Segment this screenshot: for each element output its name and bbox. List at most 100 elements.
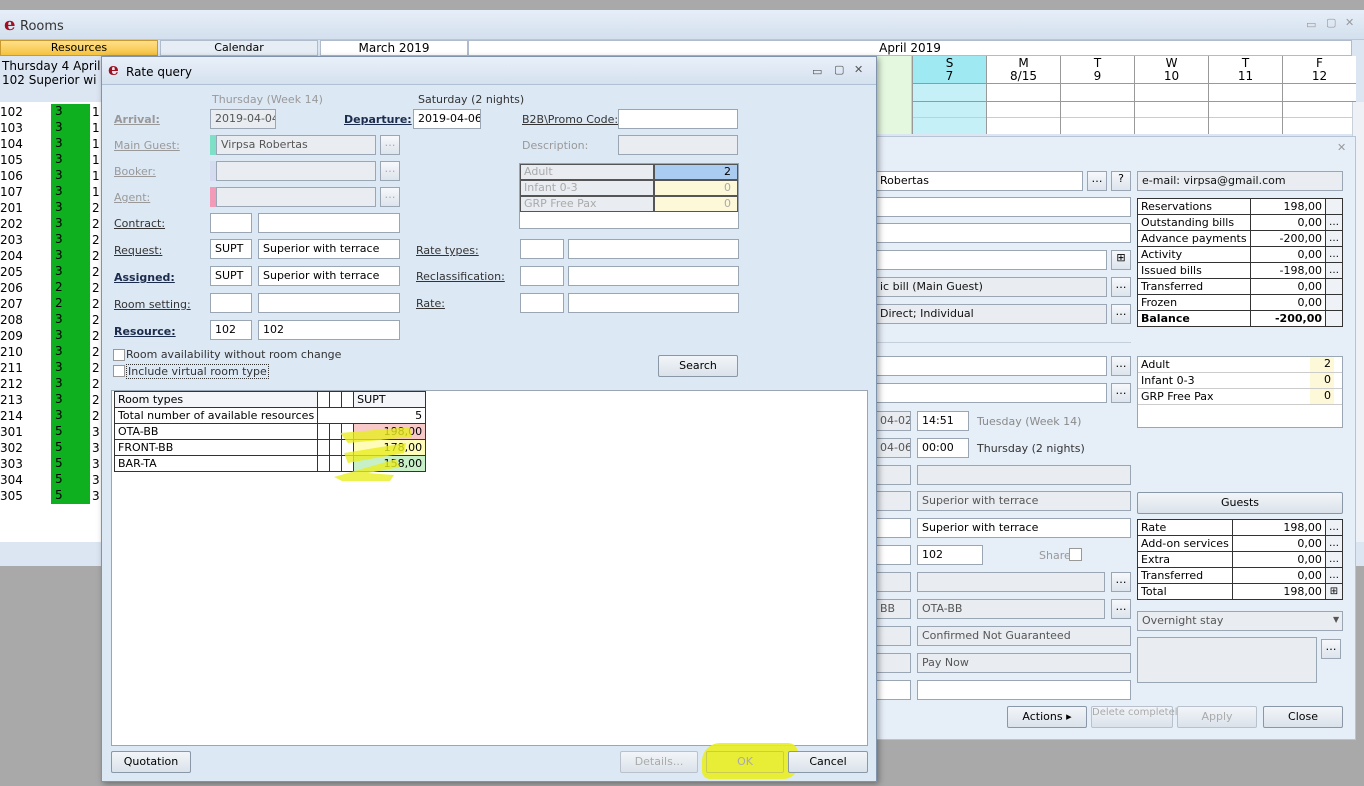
rate-types-name-field[interactable] (568, 239, 739, 259)
balance-more-button[interactable] (1325, 310, 1343, 327)
room-availability-checkbox[interactable] (113, 349, 125, 361)
delete-completely-button[interactable]: Delete completely (1091, 706, 1183, 728)
balance-more-button[interactable]: … (1325, 214, 1343, 231)
reclassification-name-field[interactable] (568, 266, 739, 286)
room-row[interactable]: 204 3 2 (0, 248, 102, 264)
room-row[interactable]: 105 3 1 (0, 152, 102, 168)
room-row[interactable]: 213 3 2 (0, 392, 102, 408)
rate-code-field[interactable]: OTA-BB (917, 599, 1105, 619)
day-column[interactable]: T 11 (1208, 56, 1282, 134)
reservation-field-1-button[interactable]: … (1111, 356, 1131, 376)
balance-more-button[interactable]: … (1325, 262, 1343, 279)
booker-field[interactable] (875, 197, 1131, 217)
tab-calendar[interactable]: Calendar (160, 40, 318, 56)
actions-button[interactable]: Actions ▸ (1007, 706, 1087, 728)
close-icon[interactable]: ✕ (1345, 16, 1354, 29)
day-column[interactable]: T9 (1060, 56, 1134, 134)
departure-field[interactable]: 2019-04-06 (413, 109, 481, 129)
guest-name-field[interactable]: Robertas (875, 171, 1083, 191)
room-row[interactable]: 214 3 2 (0, 408, 102, 424)
rate-summary-more-button[interactable]: … (1324, 551, 1344, 568)
balance-more-button[interactable]: … (1325, 246, 1343, 263)
field-row-13-a[interactable] (875, 572, 911, 592)
apply-button[interactable]: Apply (1177, 706, 1257, 728)
assigned-name-field[interactable]: Superior with terrace (917, 518, 1131, 538)
pax-value[interactable]: 0 (1310, 389, 1334, 404)
room-setting-code-field[interactable] (210, 293, 252, 313)
assigned-name-field[interactable]: Superior with terrace (258, 266, 400, 286)
minimize-icon[interactable]: ▭ (1306, 18, 1316, 31)
room-row[interactable]: 209 3 2 (0, 328, 102, 344)
tab-resources[interactable]: Resources (0, 40, 158, 56)
resource-name-field[interactable]: 102 (258, 320, 400, 340)
notes-field[interactable] (917, 680, 1131, 700)
reclassification-code-field[interactable] (520, 266, 564, 286)
ok-button[interactable]: OK (706, 751, 784, 773)
reclassification-label[interactable]: Reclassification: (416, 270, 505, 283)
departure-time-field[interactable]: 00:00 (917, 438, 969, 458)
contract-label[interactable]: Contract: (114, 217, 165, 230)
balance-more-button[interactable] (1325, 294, 1343, 311)
include-virtual-label[interactable]: Include virtual room type (126, 364, 269, 379)
dialog-pax-value[interactable]: 0 (654, 180, 738, 196)
room-row[interactable]: 201 3 2 (0, 200, 102, 216)
day-column[interactable]: F 12 (1282, 56, 1356, 134)
rate-types-code-field[interactable] (520, 239, 564, 259)
room-row[interactable]: 107 3 1 (0, 184, 102, 200)
promo-field[interactable] (618, 109, 738, 129)
reservation-close-icon[interactable]: ✕ (1337, 141, 1346, 154)
notes-code-field[interactable] (875, 680, 911, 700)
rate-code-field[interactable] (520, 293, 564, 313)
guest-help-button[interactable]: ? (1111, 171, 1131, 191)
share-checkbox[interactable] (1069, 548, 1082, 561)
request-label[interactable]: Request: (114, 244, 162, 257)
rate-label[interactable]: Rate: (416, 297, 445, 310)
room-row[interactable]: 301 5 3 (0, 424, 102, 440)
departure-date-field[interactable]: 04-06 (875, 438, 911, 458)
dialog-maximize-icon[interactable]: ▢ (834, 63, 844, 76)
request-name-field[interactable]: Superior with terrace (258, 239, 400, 259)
guests-button[interactable]: Guests (1137, 492, 1343, 514)
rate-code-button[interactable]: … (1111, 599, 1131, 619)
room-row[interactable]: 206 2 2 (0, 280, 102, 296)
rate-name-field[interactable] (568, 293, 739, 313)
contract-field[interactable] (875, 250, 1107, 270)
room-row[interactable]: 302 5 3 (0, 440, 102, 456)
room-row[interactable]: 205 3 2 (0, 264, 102, 280)
dialog-pax-value[interactable]: 0 (654, 196, 738, 212)
search-button[interactable]: Search (658, 355, 738, 377)
assigned-label[interactable]: Assigned: (114, 271, 175, 284)
segment-button[interactable]: … (1111, 304, 1131, 324)
bill-type-field[interactable]: ic bill (Main Guest) (875, 277, 1107, 297)
room-field[interactable]: 102 (917, 545, 983, 565)
promo-label[interactable]: B2B\Promo Code: (522, 113, 618, 126)
maximize-icon[interactable]: ▢ (1326, 16, 1336, 29)
room-type-code-1[interactable] (875, 465, 911, 485)
room-row[interactable]: 102 3 1 (0, 104, 102, 120)
room-row[interactable]: 208 3 2 (0, 312, 102, 328)
rate-summary-more-button[interactable]: … (1324, 567, 1344, 584)
room-row[interactable]: 106 3 1 (0, 168, 102, 184)
room-row[interactable]: 303 5 3 (0, 456, 102, 472)
contract-tree-icon[interactable]: ⊞ (1111, 250, 1131, 270)
contract-name-field[interactable] (258, 213, 400, 233)
room-availability-label[interactable]: Room availability without room change (126, 348, 341, 361)
room-row[interactable]: 305 5 3 (0, 488, 102, 504)
quotation-button[interactable]: Quotation (111, 751, 191, 773)
room-row[interactable]: 304 5 3 (0, 472, 102, 488)
room-code-field[interactable] (875, 545, 911, 565)
room-row[interactable]: 210 3 2 (0, 344, 102, 360)
rate-summary-more-button[interactable]: … (1324, 535, 1344, 552)
room-row[interactable]: 104 3 1 (0, 136, 102, 152)
room-row[interactable]: 212 3 2 (0, 376, 102, 392)
contract-code-field[interactable] (210, 213, 252, 233)
status-field[interactable]: Confirmed Not Guaranteed (917, 626, 1131, 646)
dialog-close-icon[interactable]: ✕ (854, 63, 863, 76)
rate-summary-more-button[interactable]: … (1324, 519, 1344, 536)
agent-field[interactable] (875, 223, 1131, 243)
agent-button[interactable]: … (380, 187, 400, 207)
day-column[interactable]: M 8/15 (986, 56, 1060, 134)
reservation-field-2[interactable] (875, 383, 1107, 403)
room-row[interactable]: 202 3 2 (0, 216, 102, 232)
pax-value[interactable]: 0 (1310, 373, 1334, 388)
